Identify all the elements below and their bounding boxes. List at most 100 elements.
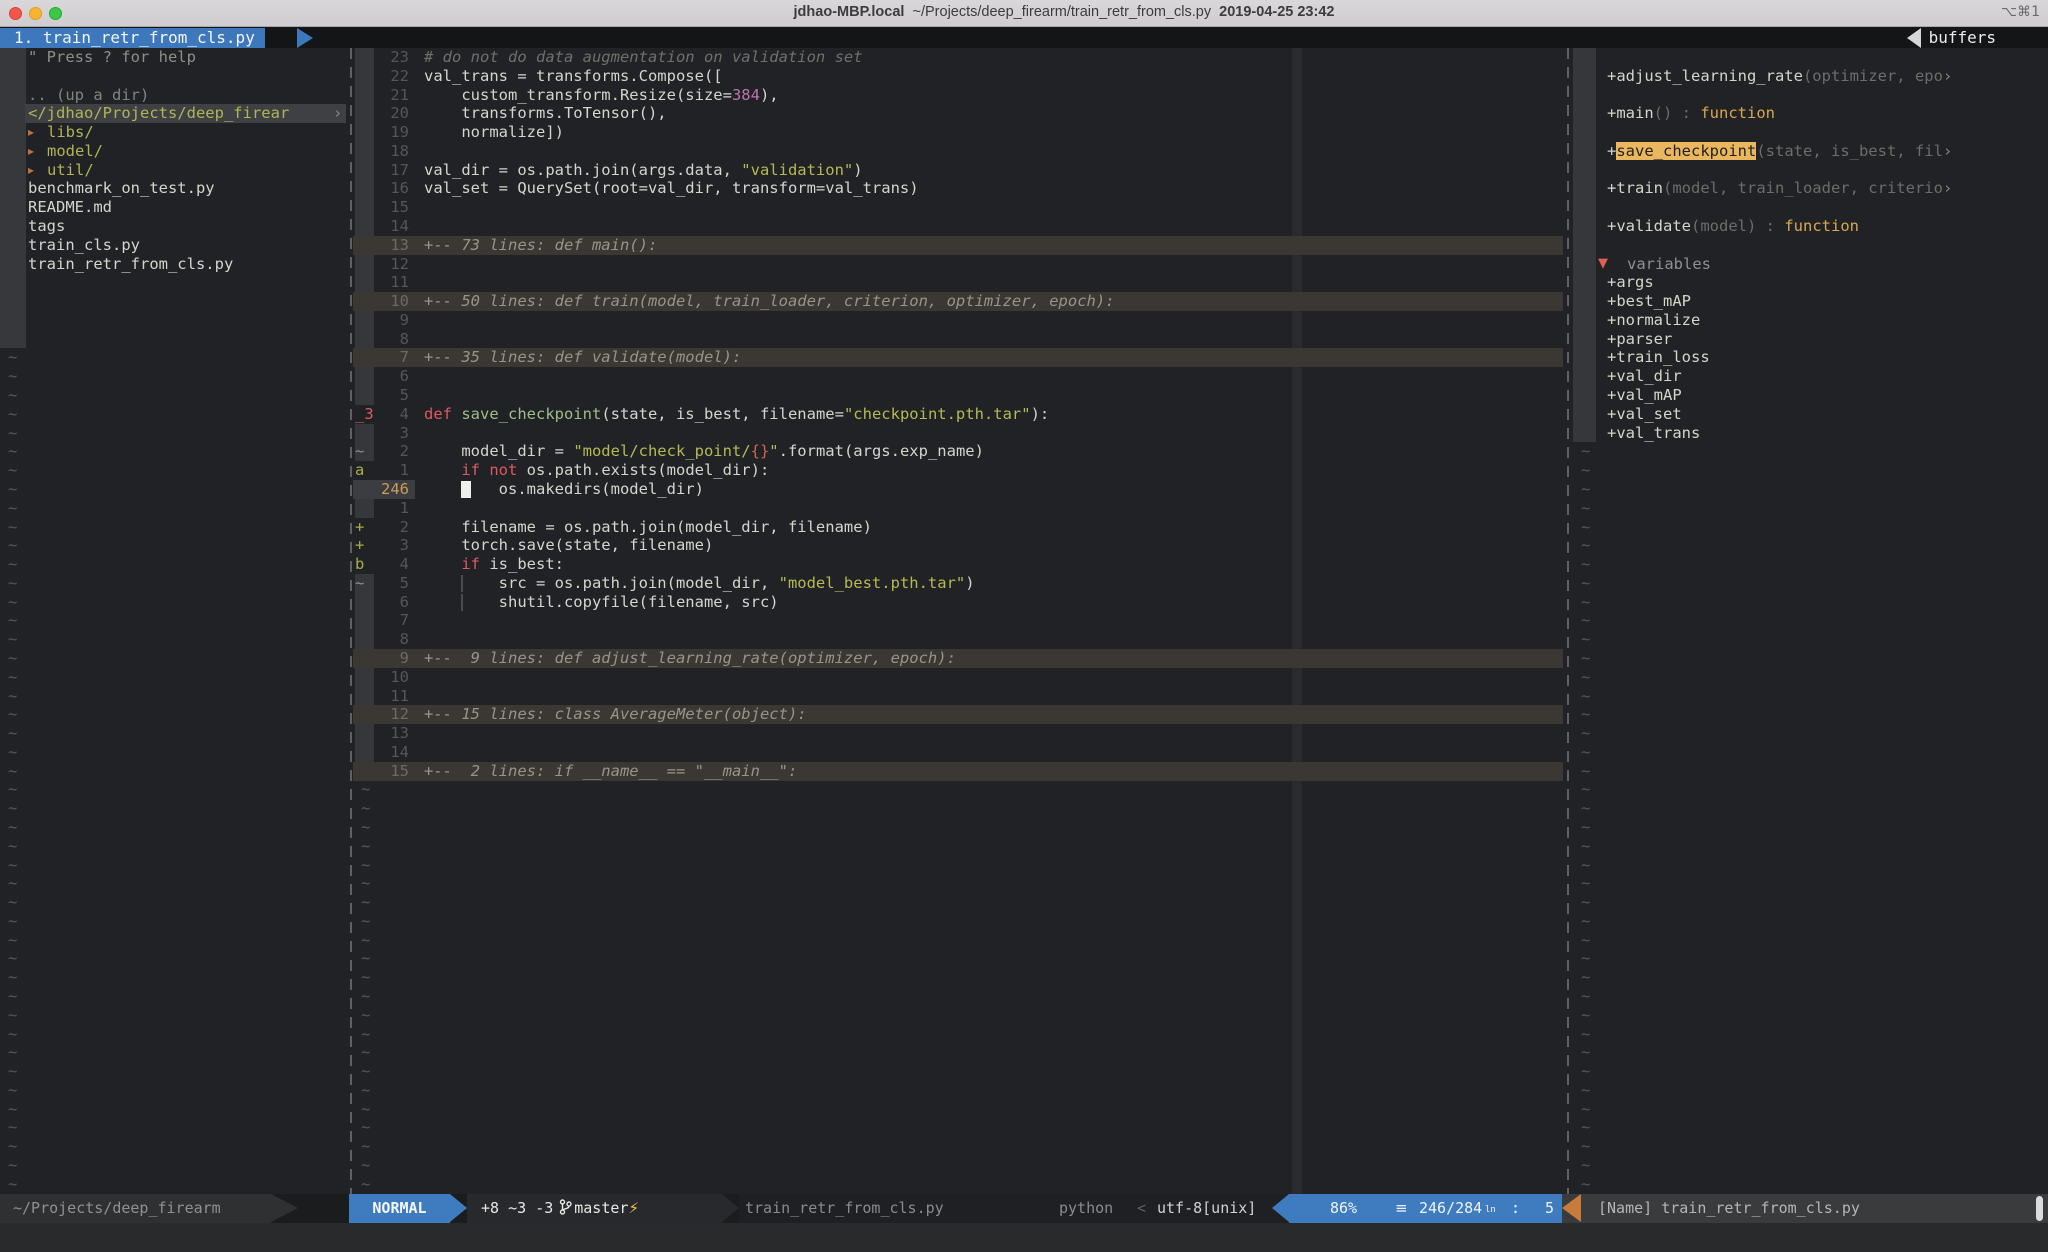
- buffer-tab[interactable]: 1. train_retr_from_cls.py: [0, 28, 265, 48]
- fold-line[interactable]: 15+-- 2 lines: if __name__ == "__main__"…: [353, 762, 1563, 781]
- code-line[interactable]: 7: [353, 611, 1563, 630]
- fold-line[interactable]: 12+-- 15 lines: class AverageMeter(objec…: [353, 705, 1563, 724]
- tag-kind: function: [1700, 104, 1775, 122]
- tagbar-tag[interactable]: +val_dir: [1575, 367, 2048, 386]
- code-line[interactable]: 5: [353, 386, 1563, 405]
- empty-line-tilde: ~: [8, 1043, 17, 1062]
- tagbar-tag[interactable]: +train(model, train_loader, criterio›: [1575, 179, 2048, 198]
- code-line[interactable]: 21 custom_transform.Resize(size=384),: [353, 86, 1563, 105]
- buffers-label-wrap[interactable]: buffers: [1929, 28, 1996, 48]
- tagbar-tag[interactable]: +main() : function: [1575, 104, 2048, 123]
- tagbar-tag[interactable]: +normalize: [1575, 311, 2048, 330]
- tagbar-selected-tag: save_checkpoint: [1616, 142, 1756, 160]
- code-line[interactable]: 6 shutil.copyfile(filename, src): [353, 593, 1563, 612]
- tagbar-panel[interactable]: +adjust_learning_rate(optimizer, epo› +ma…: [1575, 48, 2048, 1194]
- code-line[interactable]: 11: [353, 687, 1563, 706]
- tagbar-tag[interactable]: +args: [1575, 273, 2048, 292]
- tag-name: +val_trans: [1607, 424, 1700, 442]
- tree-item-train_retr_from_cls.py[interactable]: train_retr_from_cls.py: [0, 255, 349, 274]
- code-line[interactable]: 246 os.makedirs(model_dir): [353, 480, 1563, 499]
- code-line[interactable]: 19 normalize]): [353, 123, 1563, 142]
- code-line[interactable]: 13: [353, 724, 1563, 743]
- line-number: 5: [363, 386, 409, 405]
- tagbar-tag-text: +best_mAP: [1607, 292, 1691, 311]
- code-line[interactable]: 3+ torch.save(state, filename): [353, 536, 1563, 555]
- tag-signature: (optimizer, epo: [1803, 67, 1943, 85]
- fold-line[interactable]: 9+-- 9 lines: def adjust_learning_rate(o…: [353, 649, 1563, 668]
- code-line[interactable]: 1: [353, 499, 1563, 518]
- line-number: 14: [363, 743, 409, 762]
- tree-item-util[interactable]: ▸util/: [0, 161, 349, 180]
- tagbar-tag[interactable]: +train_loss: [1575, 348, 2048, 367]
- tag-name: +val_mAP: [1607, 386, 1682, 404]
- file-tree-panel[interactable]: " Press ? for help .. (up a dir)</jdhao/P…: [0, 48, 349, 1194]
- tree-item-benchmark_on_test.py[interactable]: benchmark_on_test.py: [0, 179, 349, 198]
- fold-line[interactable]: 7+-- 35 lines: def validate(model):: [353, 348, 1563, 367]
- tree-item-Pressforhelp[interactable]: " Press ? for help: [0, 48, 349, 67]
- code-line[interactable]: 17val_dir = os.path.join(args.data, "val…: [353, 161, 1563, 180]
- code-line[interactable]: 18: [353, 142, 1563, 161]
- code-line[interactable]: 20 transforms.ToTensor(),: [353, 104, 1563, 123]
- window-separator-left[interactable]: [350, 48, 352, 1194]
- tagbar-tag-text: +train_loss: [1607, 348, 1710, 367]
- tagbar-tag[interactable]: +val_set: [1575, 405, 2048, 424]
- code-line[interactable]: 16val_set = QuerySet(root=val_dir, trans…: [353, 179, 1563, 198]
- code-line[interactable]: 2~ model_dir = "model/check_point/{}".fo…: [353, 442, 1563, 461]
- code-text: filename = os.path.join(model_dir, filen…: [424, 518, 872, 537]
- editor-panel[interactable]: 23# do not do data augmentation on valid…: [353, 48, 1563, 1194]
- empty-line-tilde: ~: [8, 1175, 17, 1194]
- empty-line-tilde: ~: [361, 818, 370, 837]
- tree-item-..upadir[interactable]: .. (up a dir): [0, 86, 349, 105]
- line-number: 23: [363, 48, 409, 67]
- position-colon: :: [1511, 1194, 1520, 1223]
- tree-item-root[interactable]: </jdhao/Projects/deep_firear›: [0, 104, 349, 123]
- code-line[interactable]: 3: [353, 424, 1563, 443]
- empty-line-tilde: ~: [8, 987, 17, 1006]
- tagbar-section-variables[interactable]: ▼variables: [1575, 255, 2048, 274]
- code-line[interactable]: 1a if not os.path.exists(model_dir):: [353, 461, 1563, 480]
- code-token: (state, is_best, filename=: [601, 405, 844, 423]
- code-line[interactable]: 9: [353, 311, 1563, 330]
- code-line[interactable]: 5~ src = os.path.join(model_dir, "model_…: [353, 574, 1563, 593]
- tagbar-tag[interactable]: +validate(model) : function: [1575, 217, 2048, 236]
- scrollbar-thumb[interactable]: [2036, 1196, 2043, 1221]
- empty-line-tilde: ~: [1581, 724, 1590, 743]
- code-line[interactable]: 22val_trans = transforms.Compose([: [353, 67, 1563, 86]
- code-line[interactable]: 12: [353, 255, 1563, 274]
- vim-command-line[interactable]: [0, 1223, 2048, 1252]
- empty-line-tilde: ~: [8, 424, 17, 443]
- empty-line-tilde: ~: [1581, 518, 1590, 537]
- tagbar-tag[interactable]: +best_mAP: [1575, 292, 2048, 311]
- code-line[interactable]: 8: [353, 330, 1563, 349]
- tree-item-train_cls.py[interactable]: train_cls.py: [0, 236, 349, 255]
- code-line[interactable]: 6: [353, 367, 1563, 386]
- window-separator-right[interactable]: [1567, 48, 1569, 1194]
- lightning-bolt-icon: ⚡: [628, 1199, 639, 1217]
- tree-item-tags[interactable]: tags: [0, 217, 349, 236]
- fold-line[interactable]: 13+-- 73 lines: def main():: [353, 236, 1563, 255]
- code-line[interactable]: 2+ filename = os.path.join(model_dir, fi…: [353, 518, 1563, 537]
- code-line[interactable]: 14: [353, 217, 1563, 236]
- tagbar-tag[interactable]: +val_mAP: [1575, 386, 2048, 405]
- empty-line-tilde: ~: [8, 611, 17, 630]
- code-line[interactable]: 4_3def save_checkpoint(state, is_best, f…: [353, 405, 1563, 424]
- tree-item-libs[interactable]: ▸libs/: [0, 123, 349, 142]
- code-line[interactable]: 10: [353, 668, 1563, 687]
- fold-line[interactable]: 10+-- 50 lines: def train(model, train_l…: [353, 292, 1563, 311]
- code-line[interactable]: 4b if is_best:: [353, 555, 1563, 574]
- tagbar-tag[interactable]: +val_trans: [1575, 424, 2048, 443]
- code-token: torch.save(state, filename): [424, 536, 713, 554]
- tree-item-model[interactable]: ▸model/: [0, 142, 349, 161]
- tagbar-tag[interactable]: +adjust_learning_rate(optimizer, epo›: [1575, 67, 2048, 86]
- code-line[interactable]: 15: [353, 198, 1563, 217]
- code-token: filename = os.path.join(model_dir, filen…: [424, 518, 872, 536]
- tagbar-tag[interactable]: +parser: [1575, 330, 2048, 349]
- tree-item-README.md[interactable]: README.md: [0, 198, 349, 217]
- tagbar-tag[interactable]: +save_checkpoint(state, is_best, fil›: [1575, 142, 2048, 161]
- code-line[interactable]: 8: [353, 630, 1563, 649]
- code-line[interactable]: 11: [353, 273, 1563, 292]
- code-line[interactable]: 14: [353, 743, 1563, 762]
- truncation-arrow-icon: ›: [1943, 142, 1952, 160]
- code-line[interactable]: 23# do not do data augmentation on valid…: [353, 48, 1563, 67]
- empty-line-tilde: ~: [8, 856, 17, 875]
